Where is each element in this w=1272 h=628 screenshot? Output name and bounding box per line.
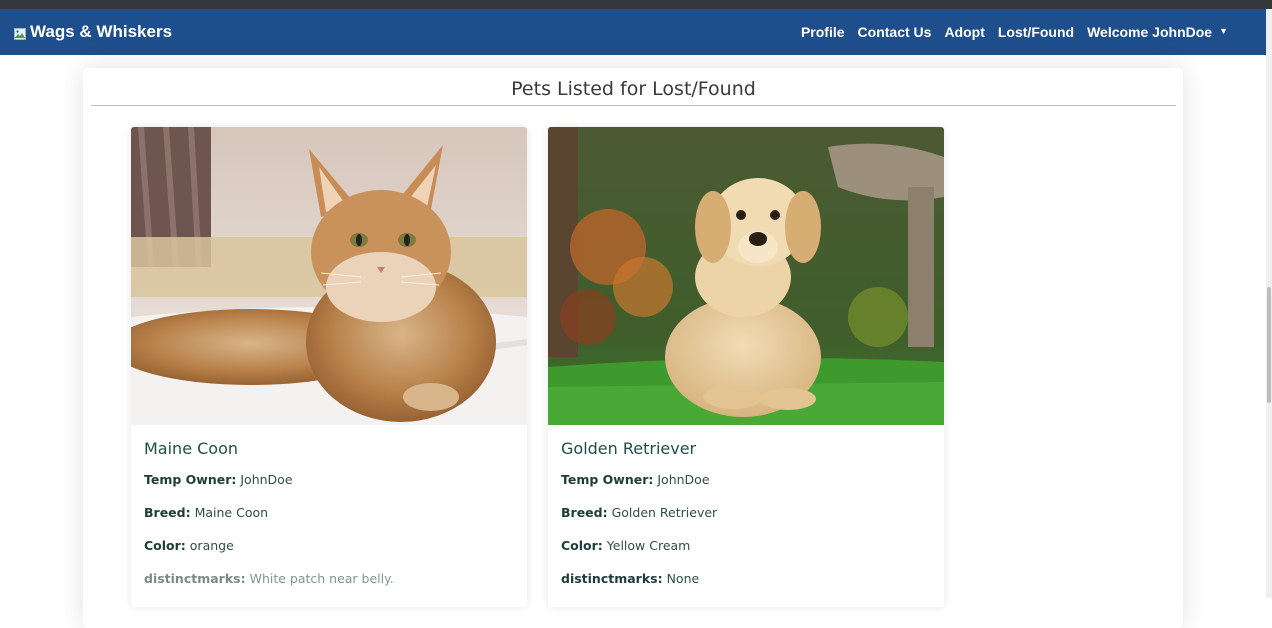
color-value: orange	[189, 538, 234, 553]
pet-distinct-marks: distinctmarks: None	[561, 571, 931, 586]
temp-owner-value: JohnDoe	[657, 472, 710, 487]
nav-link-adopt[interactable]: Adopt	[944, 24, 984, 40]
distinctmarks-value: White patch near belly.	[249, 571, 394, 586]
pet-temp-owner: Temp Owner: JohnDoe	[561, 472, 931, 487]
nav-links: Profile Contact Us Adopt Lost/Found Welc…	[788, 9, 1228, 55]
temp-owner-value: JohnDoe	[240, 472, 293, 487]
breed-label: Breed:	[561, 505, 608, 520]
pet-temp-owner: Temp Owner: JohnDoe	[144, 472, 514, 487]
page-scrollbar[interactable]	[1266, 9, 1272, 598]
pet-card-body: Maine Coon Temp Owner: JohnDoe Breed: Ma…	[131, 425, 527, 586]
nav-link-profile[interactable]: Profile	[801, 24, 845, 40]
page-title: Pets Listed for Lost/Found	[91, 75, 1176, 106]
navbar: Wags & Whiskers Profile Contact Us Adopt…	[0, 9, 1266, 55]
maine-coon-photo	[131, 127, 527, 425]
pet-breed: Breed: Maine Coon	[144, 505, 514, 520]
welcome-label: Welcome JohnDoe	[1087, 24, 1213, 40]
temp-owner-label: Temp Owner:	[144, 472, 237, 487]
color-label: Color:	[144, 538, 186, 553]
pet-name: Golden Retriever	[561, 439, 697, 458]
breed-value: Golden Retriever	[611, 505, 718, 520]
temp-owner-label: Temp Owner:	[561, 472, 654, 487]
pet-card[interactable]: Maine Coon Temp Owner: JohnDoe Breed: Ma…	[131, 127, 527, 607]
distinctmarks-label: distinctmarks:	[144, 571, 246, 586]
pet-breed: Breed: Golden Retriever	[561, 505, 931, 520]
nav-link-lost-found[interactable]: Lost/Found	[998, 24, 1074, 40]
brand[interactable]: Wags & Whiskers	[14, 9, 172, 55]
caret-down-icon: ▼	[1219, 26, 1228, 36]
pet-color: Color: Yellow Cream	[561, 538, 931, 553]
pet-distinct-marks: distinctmarks: White patch near belly.	[144, 571, 514, 586]
nav-link-contact-us[interactable]: Contact Us	[858, 24, 932, 40]
breed-value: Maine Coon	[194, 505, 269, 520]
breed-label: Breed:	[144, 505, 191, 520]
pet-color: Color: orange	[144, 538, 514, 553]
distinctmarks-value: None	[666, 571, 700, 586]
pet-card-body: Golden Retriever Temp Owner: JohnDoe Bre…	[548, 425, 944, 586]
brand-name: Wags & Whiskers	[30, 22, 173, 41]
user-dropdown[interactable]: Welcome JohnDoe ▼	[1087, 24, 1228, 40]
browser-top-strip	[0, 0, 1272, 9]
golden-retriever-photo	[548, 127, 944, 425]
scrollbar-thumb[interactable]	[1267, 287, 1271, 403]
color-value: Yellow Cream	[606, 538, 691, 553]
broken-image-icon	[14, 28, 26, 40]
pet-name: Maine Coon	[144, 439, 239, 458]
pet-card[interactable]: Golden Retriever Temp Owner: JohnDoe Bre…	[548, 127, 944, 607]
distinctmarks-label: distinctmarks:	[561, 571, 663, 586]
color-label: Color:	[561, 538, 603, 553]
